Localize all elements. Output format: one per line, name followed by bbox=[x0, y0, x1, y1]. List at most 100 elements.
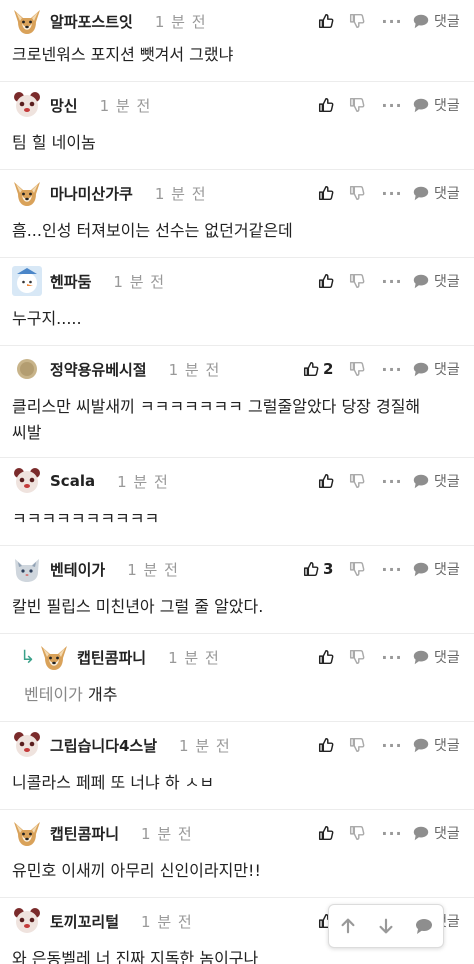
reply-button[interactable]: 댓글 bbox=[412, 178, 466, 208]
reply-button[interactable]: 댓글 bbox=[412, 6, 466, 36]
reply-button[interactable]: 댓글 bbox=[412, 466, 466, 496]
arrow-up-icon bbox=[341, 918, 355, 934]
thumbs-down-icon bbox=[348, 472, 366, 490]
like-button[interactable] bbox=[310, 178, 342, 208]
speech-bubble-icon bbox=[412, 184, 430, 202]
comment-author[interactable]: 벤테이가 bbox=[50, 559, 105, 580]
comment-time: 1 분 전 bbox=[117, 472, 169, 491]
cat-avatar[interactable] bbox=[12, 554, 42, 584]
dog-avatar[interactable] bbox=[12, 818, 42, 848]
scroll-down-button[interactable] bbox=[368, 906, 404, 946]
reply-button[interactable]: 댓글 bbox=[412, 90, 466, 120]
like-button[interactable] bbox=[310, 642, 342, 672]
comment-author[interactable]: 그립습니다4스날 bbox=[50, 735, 157, 756]
reply-text: 개추 bbox=[87, 685, 118, 704]
dislike-button[interactable] bbox=[342, 730, 372, 760]
reply-button[interactable]: 댓글 bbox=[412, 642, 466, 672]
comment-item: 망신 1 분 전 ··· 댓글 팀 힐 네이놈 bbox=[0, 82, 474, 170]
comment-text: 와 은동벨레 너 진짜 지독한 놈이구나 bbox=[12, 949, 259, 964]
comment-author[interactable]: 알파포스트잇 bbox=[50, 11, 133, 32]
more-options-button[interactable]: ··· bbox=[372, 466, 412, 496]
more-options-button[interactable]: ··· bbox=[372, 6, 412, 36]
reply-button[interactable]: 댓글 bbox=[412, 266, 466, 296]
dislike-button[interactable] bbox=[342, 466, 372, 496]
comment-item: 벤테이가 1 분 전 3 ··· 댓글 칼빈 필립스 미친년아 그럴 줄 알았다… bbox=[0, 546, 474, 634]
comment-time: 1 분 전 bbox=[113, 272, 166, 291]
comment-text: 유민호 이새끼 아무리 신인이라지만!! bbox=[12, 861, 261, 880]
thumbs-up-icon bbox=[317, 272, 335, 290]
dog-avatar[interactable] bbox=[12, 178, 42, 208]
comment-time: 1 분 전 bbox=[168, 648, 220, 667]
like-button[interactable]: 3 bbox=[302, 554, 342, 584]
thumbs-up-icon bbox=[317, 648, 335, 666]
dislike-button[interactable] bbox=[342, 554, 372, 584]
comment-text: 누구지..... bbox=[12, 309, 82, 328]
reply-label: 댓글 bbox=[434, 186, 460, 202]
speech-bubble-icon bbox=[412, 272, 430, 290]
more-options-button[interactable]: ··· bbox=[372, 554, 412, 584]
reply-button[interactable]: 댓글 bbox=[412, 354, 466, 384]
dislike-button[interactable] bbox=[342, 178, 372, 208]
like-button[interactable] bbox=[310, 466, 342, 496]
dislike-button[interactable] bbox=[342, 354, 372, 384]
bear-avatar[interactable] bbox=[12, 90, 42, 120]
mention-link[interactable]: 벤테이가 bbox=[24, 685, 83, 704]
comment-author[interactable]: 헨파둠 bbox=[50, 271, 91, 292]
thumbs-up-icon bbox=[317, 184, 335, 202]
thumbs-down-icon bbox=[348, 272, 366, 290]
reply-arrow-icon: ↳ bbox=[20, 646, 36, 668]
comment-time: 1 분 전 bbox=[141, 824, 193, 843]
scroll-up-button[interactable] bbox=[330, 906, 366, 946]
comment-item: 캡틴콤파니 1 분 전 ··· 댓글 유민호 이새끼 아무리 신인이라지만!! bbox=[0, 810, 474, 898]
dislike-button[interactable] bbox=[342, 642, 372, 672]
comment-author[interactable]: 캡틴콤파니 bbox=[77, 647, 146, 668]
dislike-button[interactable] bbox=[342, 90, 372, 120]
like-button[interactable] bbox=[310, 266, 342, 296]
comment-text: 니콜라스 페페 또 너냐 하 ㅅㅂ bbox=[12, 773, 215, 792]
reply-button[interactable]: 댓글 bbox=[412, 554, 466, 584]
like-button[interactable] bbox=[310, 90, 342, 120]
dislike-button[interactable] bbox=[342, 266, 372, 296]
bear-avatar[interactable] bbox=[12, 466, 42, 496]
bear-avatar[interactable] bbox=[12, 730, 42, 760]
dislike-button[interactable] bbox=[342, 818, 372, 848]
more-options-button[interactable]: ··· bbox=[372, 266, 412, 296]
more-options-button[interactable]: ··· bbox=[372, 818, 412, 848]
snowman-avatar[interactable] bbox=[12, 266, 42, 296]
dog-avatar[interactable] bbox=[12, 6, 42, 36]
comment-author[interactable]: 정약용유베시절 bbox=[50, 359, 147, 380]
dog-avatar[interactable] bbox=[39, 642, 69, 672]
bear-avatar[interactable] bbox=[12, 906, 42, 936]
reply-button[interactable]: 댓글 bbox=[412, 818, 466, 848]
comment-author[interactable]: 토끼꼬리털 bbox=[50, 911, 119, 932]
more-options-button[interactable]: ··· bbox=[372, 642, 412, 672]
like-count: 2 bbox=[323, 360, 334, 378]
more-options-button[interactable]: ··· bbox=[372, 730, 412, 760]
comment-author[interactable]: 마나미산가쿠 bbox=[50, 183, 133, 204]
comment-item: 알파포스트잇 1 분 전 ··· 댓글 크로넨워스 포지션 뺏겨서 그랬냐 bbox=[0, 0, 474, 82]
reply-button[interactable]: 댓글 bbox=[412, 730, 466, 760]
speech-bubble-icon bbox=[412, 736, 430, 754]
comment-text: 흠...인성 터져보이는 선수는 없던거같은데 bbox=[12, 221, 293, 240]
beige-circle-avatar[interactable] bbox=[12, 354, 42, 384]
comment-author[interactable]: 망신 bbox=[50, 95, 78, 116]
comment-time: 1 분 전 bbox=[99, 96, 152, 115]
dislike-button[interactable] bbox=[342, 6, 372, 36]
like-button[interactable] bbox=[310, 6, 342, 36]
speech-bubble-icon bbox=[414, 916, 434, 936]
more-options-button[interactable]: ··· bbox=[372, 90, 412, 120]
more-options-button[interactable]: ··· bbox=[372, 178, 412, 208]
write-comment-button[interactable] bbox=[406, 906, 442, 946]
like-button[interactable] bbox=[310, 730, 342, 760]
thumbs-up-icon bbox=[317, 736, 335, 754]
speech-bubble-icon bbox=[412, 824, 430, 842]
like-button[interactable]: 2 bbox=[302, 354, 342, 384]
thumbs-down-icon bbox=[348, 184, 366, 202]
reply-label: 댓글 bbox=[434, 826, 460, 842]
comment-author[interactable]: 캡틴콤파니 bbox=[50, 823, 119, 844]
like-button[interactable] bbox=[310, 818, 342, 848]
comment-item: 헨파둠 1 분 전 ··· 댓글 누구지..... bbox=[0, 258, 474, 346]
comment-author[interactable]: Scala bbox=[50, 472, 95, 490]
comment-time: 1 분 전 bbox=[154, 12, 207, 31]
more-options-button[interactable]: ··· bbox=[372, 354, 412, 384]
